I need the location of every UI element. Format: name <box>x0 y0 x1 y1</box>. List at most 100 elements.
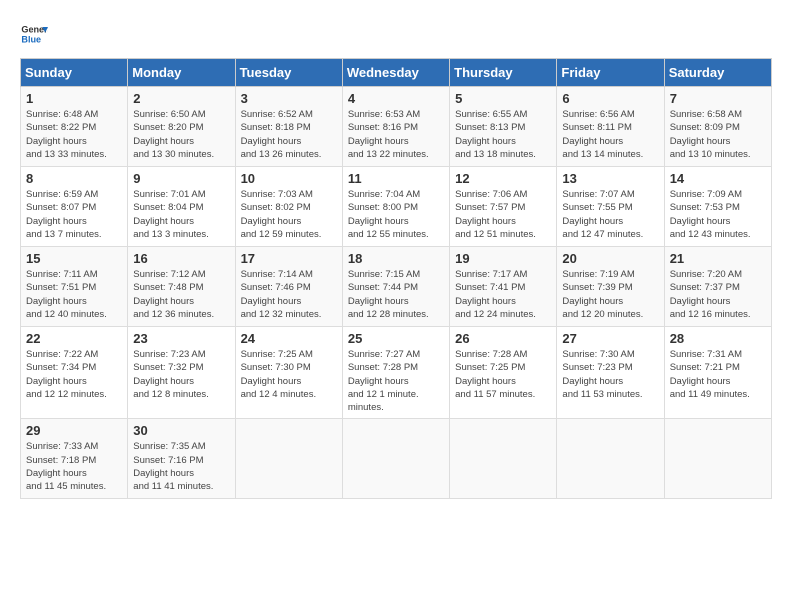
day-info: Sunrise: 6:52 AM Sunset: 8:18 PM Dayligh… <box>241 108 337 161</box>
calendar-cell: 30 Sunrise: 7:35 AM Sunset: 7:16 PM Dayl… <box>128 419 235 499</box>
day-info: Sunrise: 7:35 AM Sunset: 7:16 PM Dayligh… <box>133 440 229 493</box>
day-number: 21 <box>670 251 766 266</box>
calendar-cell <box>342 419 449 499</box>
day-number: 13 <box>562 171 658 186</box>
day-info: Sunrise: 7:27 AM Sunset: 7:28 PM Dayligh… <box>348 348 444 414</box>
day-info: Sunrise: 7:09 AM Sunset: 7:53 PM Dayligh… <box>670 188 766 241</box>
weekday-header-saturday: Saturday <box>664 59 771 87</box>
day-number: 14 <box>670 171 766 186</box>
calendar-cell: 4 Sunrise: 6:53 AM Sunset: 8:16 PM Dayli… <box>342 87 449 167</box>
day-info: Sunrise: 6:55 AM Sunset: 8:13 PM Dayligh… <box>455 108 551 161</box>
weekday-header-wednesday: Wednesday <box>342 59 449 87</box>
day-info: Sunrise: 6:58 AM Sunset: 8:09 PM Dayligh… <box>670 108 766 161</box>
calendar-cell: 21 Sunrise: 7:20 AM Sunset: 7:37 PM Dayl… <box>664 247 771 327</box>
day-info: Sunrise: 7:07 AM Sunset: 7:55 PM Dayligh… <box>562 188 658 241</box>
day-number: 4 <box>348 91 444 106</box>
day-info: Sunrise: 6:50 AM Sunset: 8:20 PM Dayligh… <box>133 108 229 161</box>
day-info: Sunrise: 7:04 AM Sunset: 8:00 PM Dayligh… <box>348 188 444 241</box>
calendar-cell: 11 Sunrise: 7:04 AM Sunset: 8:00 PM Dayl… <box>342 167 449 247</box>
day-info: Sunrise: 7:22 AM Sunset: 7:34 PM Dayligh… <box>26 348 122 401</box>
day-number: 24 <box>241 331 337 346</box>
calendar-cell: 1 Sunrise: 6:48 AM Sunset: 8:22 PM Dayli… <box>21 87 128 167</box>
day-number: 26 <box>455 331 551 346</box>
day-info: Sunrise: 7:03 AM Sunset: 8:02 PM Dayligh… <box>241 188 337 241</box>
day-number: 17 <box>241 251 337 266</box>
calendar-cell: 27 Sunrise: 7:30 AM Sunset: 7:23 PM Dayl… <box>557 327 664 419</box>
day-number: 15 <box>26 251 122 266</box>
weekday-header-thursday: Thursday <box>450 59 557 87</box>
calendar-cell: 16 Sunrise: 7:12 AM Sunset: 7:48 PM Dayl… <box>128 247 235 327</box>
day-info: Sunrise: 7:30 AM Sunset: 7:23 PM Dayligh… <box>562 348 658 401</box>
day-number: 27 <box>562 331 658 346</box>
day-number: 23 <box>133 331 229 346</box>
day-number: 5 <box>455 91 551 106</box>
calendar-cell: 26 Sunrise: 7:28 AM Sunset: 7:25 PM Dayl… <box>450 327 557 419</box>
day-info: Sunrise: 7:17 AM Sunset: 7:41 PM Dayligh… <box>455 268 551 321</box>
day-number: 12 <box>455 171 551 186</box>
day-number: 9 <box>133 171 229 186</box>
day-info: Sunrise: 7:28 AM Sunset: 7:25 PM Dayligh… <box>455 348 551 401</box>
weekday-header-friday: Friday <box>557 59 664 87</box>
day-info: Sunrise: 6:48 AM Sunset: 8:22 PM Dayligh… <box>26 108 122 161</box>
day-number: 1 <box>26 91 122 106</box>
calendar-cell: 22 Sunrise: 7:22 AM Sunset: 7:34 PM Dayl… <box>21 327 128 419</box>
calendar-cell: 18 Sunrise: 7:15 AM Sunset: 7:44 PM Dayl… <box>342 247 449 327</box>
calendar-cell: 23 Sunrise: 7:23 AM Sunset: 7:32 PM Dayl… <box>128 327 235 419</box>
calendar-cell: 7 Sunrise: 6:58 AM Sunset: 8:09 PM Dayli… <box>664 87 771 167</box>
day-number: 20 <box>562 251 658 266</box>
day-info: Sunrise: 7:20 AM Sunset: 7:37 PM Dayligh… <box>670 268 766 321</box>
day-number: 10 <box>241 171 337 186</box>
day-number: 25 <box>348 331 444 346</box>
day-number: 29 <box>26 423 122 438</box>
day-number: 28 <box>670 331 766 346</box>
calendar-cell: 3 Sunrise: 6:52 AM Sunset: 8:18 PM Dayli… <box>235 87 342 167</box>
day-number: 22 <box>26 331 122 346</box>
logo-icon: General Blue <box>20 20 48 48</box>
calendar-cell: 2 Sunrise: 6:50 AM Sunset: 8:20 PM Dayli… <box>128 87 235 167</box>
logo: General Blue <box>20 20 48 48</box>
day-info: Sunrise: 6:56 AM Sunset: 8:11 PM Dayligh… <box>562 108 658 161</box>
day-number: 30 <box>133 423 229 438</box>
calendar-cell: 28 Sunrise: 7:31 AM Sunset: 7:21 PM Dayl… <box>664 327 771 419</box>
calendar-header-row: SundayMondayTuesdayWednesdayThursdayFrid… <box>21 59 772 87</box>
day-info: Sunrise: 7:19 AM Sunset: 7:39 PM Dayligh… <box>562 268 658 321</box>
weekday-header-tuesday: Tuesday <box>235 59 342 87</box>
day-info: Sunrise: 7:15 AM Sunset: 7:44 PM Dayligh… <box>348 268 444 321</box>
day-number: 11 <box>348 171 444 186</box>
day-info: Sunrise: 7:01 AM Sunset: 8:04 PM Dayligh… <box>133 188 229 241</box>
calendar-cell: 12 Sunrise: 7:06 AM Sunset: 7:57 PM Dayl… <box>450 167 557 247</box>
calendar-cell: 19 Sunrise: 7:17 AM Sunset: 7:41 PM Dayl… <box>450 247 557 327</box>
calendar-cell: 10 Sunrise: 7:03 AM Sunset: 8:02 PM Dayl… <box>235 167 342 247</box>
day-info: Sunrise: 7:31 AM Sunset: 7:21 PM Dayligh… <box>670 348 766 401</box>
day-info: Sunrise: 6:53 AM Sunset: 8:16 PM Dayligh… <box>348 108 444 161</box>
calendar-cell: 9 Sunrise: 7:01 AM Sunset: 8:04 PM Dayli… <box>128 167 235 247</box>
calendar-week-row-2: 8 Sunrise: 6:59 AM Sunset: 8:07 PM Dayli… <box>21 167 772 247</box>
day-number: 2 <box>133 91 229 106</box>
calendar-week-row-4: 22 Sunrise: 7:22 AM Sunset: 7:34 PM Dayl… <box>21 327 772 419</box>
day-info: Sunrise: 7:25 AM Sunset: 7:30 PM Dayligh… <box>241 348 337 401</box>
day-number: 8 <box>26 171 122 186</box>
day-info: Sunrise: 7:06 AM Sunset: 7:57 PM Dayligh… <box>455 188 551 241</box>
day-number: 7 <box>670 91 766 106</box>
day-number: 18 <box>348 251 444 266</box>
calendar-cell: 15 Sunrise: 7:11 AM Sunset: 7:51 PM Dayl… <box>21 247 128 327</box>
calendar-table: SundayMondayTuesdayWednesdayThursdayFrid… <box>20 58 772 499</box>
weekday-header-sunday: Sunday <box>21 59 128 87</box>
calendar-cell: 25 Sunrise: 7:27 AM Sunset: 7:28 PM Dayl… <box>342 327 449 419</box>
calendar-cell: 14 Sunrise: 7:09 AM Sunset: 7:53 PM Dayl… <box>664 167 771 247</box>
calendar-cell: 29 Sunrise: 7:33 AM Sunset: 7:18 PM Dayl… <box>21 419 128 499</box>
calendar-cell: 13 Sunrise: 7:07 AM Sunset: 7:55 PM Dayl… <box>557 167 664 247</box>
calendar-cell <box>557 419 664 499</box>
calendar-cell: 8 Sunrise: 6:59 AM Sunset: 8:07 PM Dayli… <box>21 167 128 247</box>
svg-text:Blue: Blue <box>21 34 41 44</box>
day-info: Sunrise: 7:33 AM Sunset: 7:18 PM Dayligh… <box>26 440 122 493</box>
day-number: 19 <box>455 251 551 266</box>
day-info: Sunrise: 7:23 AM Sunset: 7:32 PM Dayligh… <box>133 348 229 401</box>
day-number: 6 <box>562 91 658 106</box>
calendar-cell: 24 Sunrise: 7:25 AM Sunset: 7:30 PM Dayl… <box>235 327 342 419</box>
calendar-cell: 5 Sunrise: 6:55 AM Sunset: 8:13 PM Dayli… <box>450 87 557 167</box>
day-info: Sunrise: 7:12 AM Sunset: 7:48 PM Dayligh… <box>133 268 229 321</box>
calendar-cell: 20 Sunrise: 7:19 AM Sunset: 7:39 PM Dayl… <box>557 247 664 327</box>
day-info: Sunrise: 7:11 AM Sunset: 7:51 PM Dayligh… <box>26 268 122 321</box>
calendar-week-row-1: 1 Sunrise: 6:48 AM Sunset: 8:22 PM Dayli… <box>21 87 772 167</box>
